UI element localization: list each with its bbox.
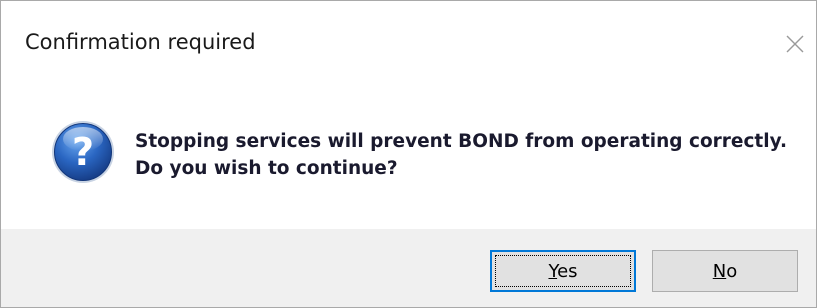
- confirmation-dialog: Confirmation required ? Stopping service…: [0, 0, 817, 308]
- yes-label-rest: es: [557, 260, 578, 282]
- no-label-rest: o: [726, 260, 738, 282]
- close-icon: [786, 35, 804, 53]
- dialog-message: Stopping services will prevent BOND from…: [135, 128, 787, 182]
- message-line-2: Do you wish to continue?: [135, 158, 398, 179]
- no-button-label: No: [713, 261, 737, 282]
- message-line-1: Stopping services will prevent BOND from…: [135, 131, 787, 152]
- svg-text:?: ?: [72, 130, 94, 174]
- yes-mnemonic: Y: [548, 260, 558, 282]
- no-mnemonic: N: [712, 260, 727, 282]
- yes-button[interactable]: Yes: [490, 250, 636, 292]
- dialog-title: Confirmation required: [25, 30, 256, 54]
- yes-button-label: Yes: [548, 261, 577, 282]
- title-bar: Confirmation required: [1, 1, 816, 85]
- no-button[interactable]: No: [652, 250, 798, 292]
- dialog-footer: Yes No: [1, 229, 816, 307]
- dialog-content: ? Stopping services will prevent BOND fr…: [1, 85, 816, 229]
- close-button[interactable]: [780, 29, 810, 59]
- question-icon: ?: [50, 119, 116, 185]
